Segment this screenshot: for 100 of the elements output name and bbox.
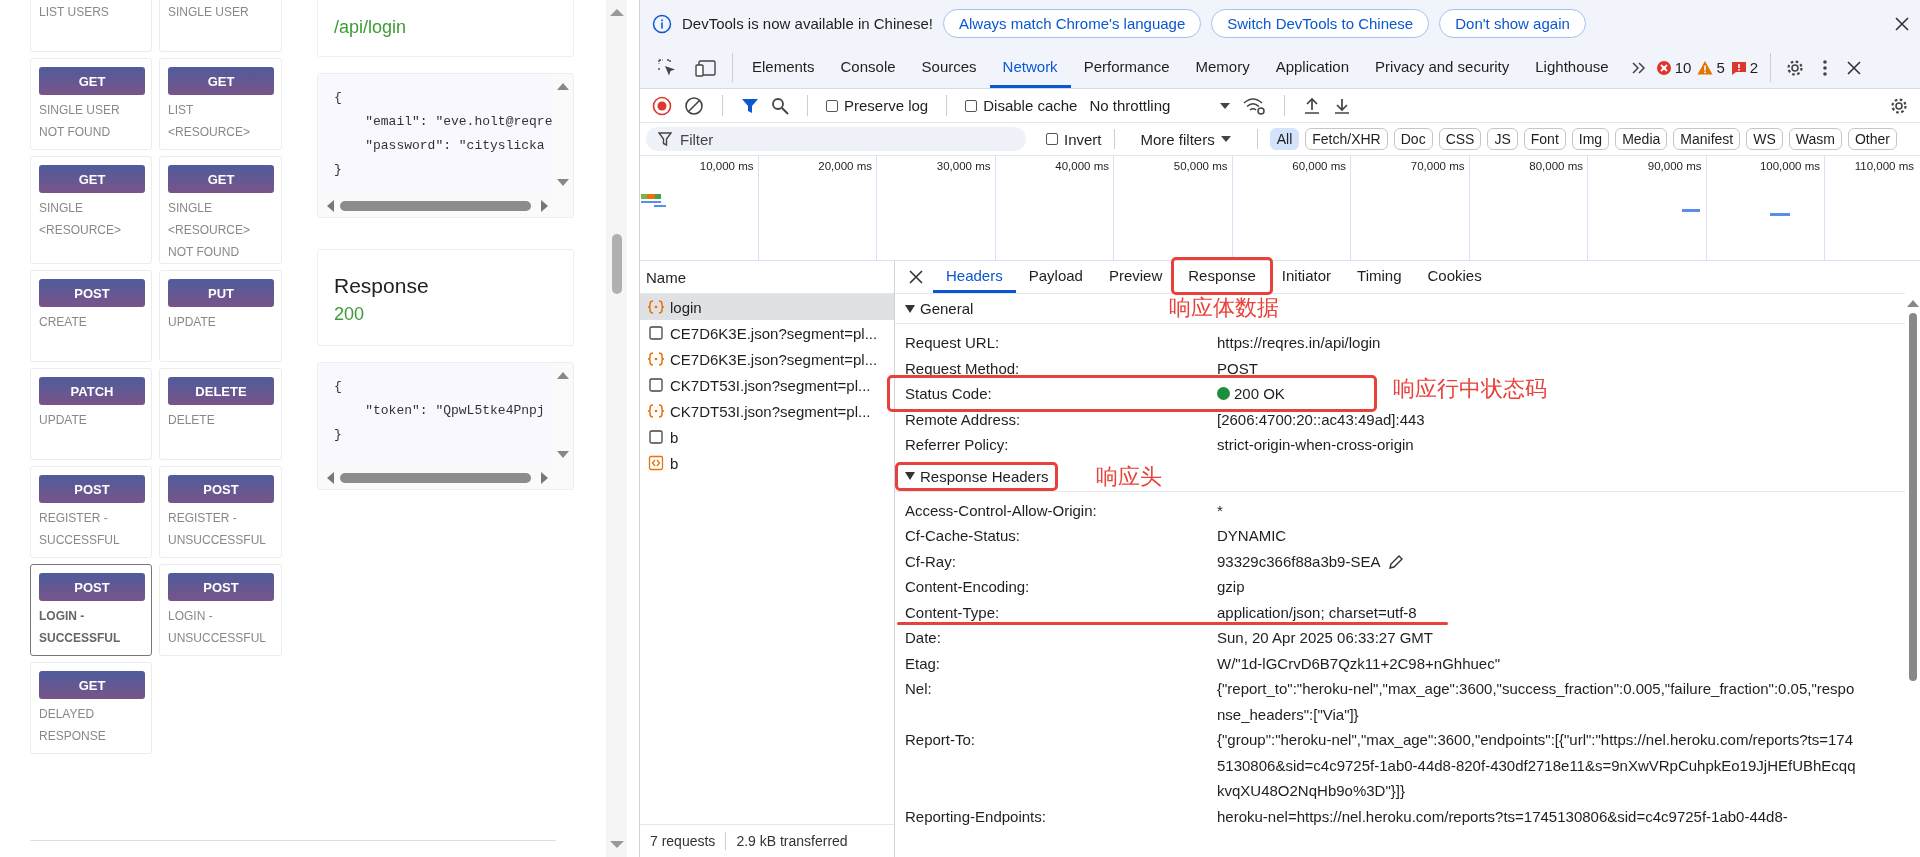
- detail-tab[interactable]: Timing: [1344, 261, 1415, 293]
- filter-field[interactable]: Filter: [646, 127, 1026, 151]
- panel-tab[interactable]: Privacy and security: [1362, 47, 1523, 88]
- detail-tab[interactable]: Cookies: [1414, 261, 1495, 293]
- type-filter-chip[interactable]: Other: [1847, 128, 1897, 150]
- device-toggle-icon[interactable]: [695, 57, 717, 78]
- braces-icon[interactable]: [648, 351, 664, 367]
- method-badge[interactable]: PUT: [168, 279, 274, 307]
- type-filter-chip[interactable]: CSS: [1438, 128, 1482, 150]
- endpoint-card[interactable]: LIST USERS: [30, 0, 152, 52]
- close-icon[interactable]: [1846, 59, 1863, 76]
- clear-icon[interactable]: [684, 95, 704, 116]
- search-icon[interactable]: [771, 96, 789, 115]
- scroll-up-icon[interactable]: [609, 8, 624, 16]
- record-stop-icon[interactable]: [652, 95, 672, 116]
- type-filter-chip[interactable]: JS: [1487, 128, 1518, 150]
- checkbox[interactable]: [826, 99, 838, 112]
- method-badge[interactable]: POST: [168, 475, 274, 503]
- infobar-button[interactable]: Always match Chrome's language: [942, 9, 1202, 38]
- method-badge[interactable]: GET: [39, 67, 145, 95]
- scroll-right-icon[interactable]: [541, 200, 549, 212]
- method-badge[interactable]: GET: [168, 67, 274, 95]
- issue-count[interactable]: 10: [1674, 59, 1692, 76]
- panel-tab[interactable]: Network: [989, 47, 1071, 88]
- checkbox[interactable]: [1046, 133, 1058, 145]
- method-badge[interactable]: POST: [168, 573, 274, 601]
- endpoint-card[interactable]: GET SINGLE <RESOURCE> NOT FOUND: [159, 156, 282, 264]
- blank-file-icon[interactable]: [648, 377, 664, 393]
- issue-count[interactable]: 2: [1749, 59, 1759, 76]
- detail-tab[interactable]: Payload: [1015, 261, 1096, 293]
- panel-tab[interactable]: Performance: [1070, 47, 1183, 88]
- type-filter-chip[interactable]: Media: [1615, 128, 1668, 150]
- download-icon[interactable]: [1333, 96, 1352, 115]
- more-options-icon[interactable]: [1822, 58, 1829, 77]
- request-row[interactable]: CK7DT53I.json?segment=pl...: [640, 372, 894, 398]
- panel-tab[interactable]: Console: [827, 47, 909, 88]
- scroll-left-icon[interactable]: [326, 472, 334, 484]
- method-badge[interactable]: GET: [39, 165, 145, 193]
- checkbox[interactable]: [965, 99, 978, 112]
- endpoint-card[interactable]: POST LOGIN - SUCCESSFUL: [30, 564, 152, 656]
- caret-icon[interactable]: [1220, 136, 1231, 142]
- throttling-dropdown[interactable]: No throttling: [1089, 97, 1231, 114]
- detail-tab[interactable]: Initiator: [1268, 261, 1345, 293]
- request-row[interactable]: b: [640, 450, 894, 476]
- scrollbar-thumb[interactable]: [340, 201, 531, 211]
- network-conditions-icon[interactable]: [1242, 96, 1267, 115]
- method-badge[interactable]: PATCH: [39, 377, 145, 405]
- scroll-down-icon[interactable]: [557, 179, 569, 187]
- scroll-down-icon[interactable]: [609, 841, 624, 849]
- scroll-left-icon[interactable]: [326, 200, 334, 212]
- endpoint-card[interactable]: GET SINGLE <RESOURCE>: [30, 156, 152, 264]
- settings-icon[interactable]: [1890, 96, 1908, 115]
- method-badge[interactable]: POST: [39, 573, 145, 601]
- page-scrollbar[interactable]: [606, 0, 627, 857]
- endpoint-card[interactable]: PUT UPDATE: [159, 270, 282, 362]
- pencil-icon[interactable]: [1388, 553, 1405, 570]
- request-row[interactable]: CK7DT53I.json?segment=pl...: [640, 398, 894, 424]
- more-tabs-icon[interactable]: [1630, 60, 1647, 75]
- scroll-up-icon[interactable]: [557, 82, 569, 90]
- endpoint-card[interactable]: POST CREATE: [30, 270, 152, 362]
- checkbox-label[interactable]: Preserve log: [844, 97, 929, 114]
- expand-triangle-icon[interactable]: [905, 472, 915, 480]
- endpoint-card[interactable]: POST REGISTER - SUCCESSFUL: [30, 466, 152, 558]
- settings-icon[interactable]: [1786, 58, 1805, 77]
- scroll-up-icon[interactable]: [1906, 299, 1919, 307]
- method-badge[interactable]: DELETE: [168, 377, 274, 405]
- close-icon[interactable]: [909, 270, 923, 284]
- close-icon[interactable]: [1894, 15, 1910, 32]
- filter-icon[interactable]: [741, 96, 759, 115]
- braces-icon[interactable]: [648, 403, 664, 419]
- endpoint-card[interactable]: PATCH UPDATE: [30, 368, 152, 460]
- type-filter-chip[interactable]: Img: [1571, 128, 1610, 150]
- scroll-down-icon[interactable]: [557, 451, 569, 459]
- panel-tab[interactable]: Sources: [908, 47, 990, 88]
- method-badge[interactable]: POST: [39, 475, 145, 503]
- blank-file-icon[interactable]: [648, 429, 664, 445]
- detail-tab[interactable]: Headers: [933, 261, 1016, 293]
- issue-count[interactable]: 5: [1716, 59, 1725, 76]
- request-row[interactable]: CE7D6K3E.json?segment=pl...: [640, 320, 894, 346]
- type-filter-chip[interactable]: Wasm: [1788, 128, 1842, 150]
- scroll-right-icon[interactable]: [541, 472, 549, 484]
- checkbox-label[interactable]: Invert: [1064, 130, 1102, 148]
- endpoint-card[interactable]: SINGLE USER: [159, 0, 282, 52]
- checkbox-label[interactable]: Disable cache: [983, 97, 1078, 114]
- column-header[interactable]: Name: [646, 268, 686, 286]
- endpoint-card[interactable]: GET SINGLE USER NOT FOUND: [30, 58, 152, 150]
- panel-tab[interactable]: Elements: [739, 47, 828, 88]
- panel-tab[interactable]: Lighthouse: [1522, 47, 1622, 88]
- endpoint-card[interactable]: DELETE DELETE: [159, 368, 282, 460]
- endpoint-card[interactable]: POST REGISTER - UNSUCCESSFUL: [159, 466, 282, 558]
- section-title[interactable]: Response Headers: [920, 467, 1049, 485]
- panel-tab[interactable]: Memory: [1182, 47, 1263, 88]
- request-row[interactable]: CE7D6K3E.json?segment=pl...: [640, 346, 894, 372]
- type-filter-chip[interactable]: Doc: [1393, 128, 1433, 150]
- info-icon[interactable]: [652, 13, 672, 34]
- method-badge[interactable]: GET: [168, 165, 274, 193]
- more-filters-dropdown[interactable]: More filters: [1126, 130, 1245, 148]
- error-icon[interactable]: [1655, 59, 1672, 76]
- scrollbar-thumb[interactable]: [1908, 313, 1917, 681]
- code-file-icon[interactable]: [648, 455, 664, 471]
